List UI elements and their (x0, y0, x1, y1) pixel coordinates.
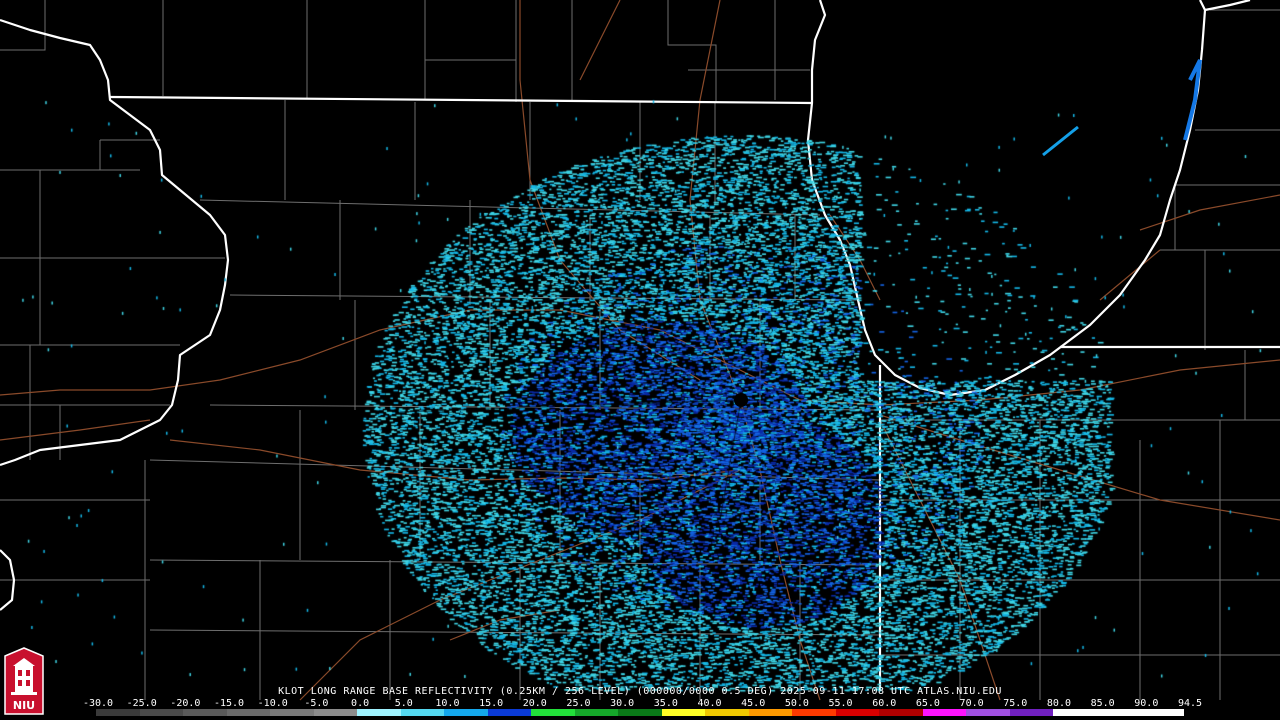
shoreline-echo (1183, 59, 1202, 141)
legend-swatch (1053, 709, 1097, 716)
legend-swatch (705, 709, 749, 716)
legend-swatch (879, 709, 923, 716)
product-caption: KLOT LONG RANGE BASE REFLECTIVITY (0.25K… (278, 686, 1002, 697)
legend-label: 0.0 (351, 698, 370, 709)
legend-label: -30.0 (82, 698, 114, 709)
legend-label: 25.0 (566, 698, 591, 709)
legend-swatch (574, 709, 619, 716)
legend-label: 70.0 (959, 698, 984, 709)
legend-label: -25.0 (126, 698, 157, 709)
legend-label: 20.0 (522, 698, 547, 709)
legend-swatch (270, 709, 314, 716)
legend-label: 94.5 (1177, 698, 1203, 709)
legend-label: -10.0 (257, 698, 288, 709)
legend-label: 50.0 (784, 698, 809, 709)
legend-swatch (487, 709, 532, 716)
legend-label: 65.0 (915, 698, 940, 709)
niu-logo: NIU (3, 646, 45, 716)
legend-label: 40.0 (697, 698, 722, 709)
legend-swatch (748, 709, 793, 716)
legend-swatch (922, 709, 967, 716)
legend-label: 75.0 (1003, 698, 1028, 709)
legend-label: 45.0 (741, 698, 766, 709)
legend-swatch (618, 709, 662, 716)
legend-label: 5.0 (394, 698, 413, 709)
legend-label: -5.0 (304, 698, 329, 709)
legend-label: 10.0 (435, 698, 460, 709)
lake-echo-streak (1042, 125, 1079, 157)
legend-swatch (1096, 709, 1141, 716)
legend-label: 85.0 (1090, 698, 1115, 709)
legend-label: -20.0 (170, 698, 201, 709)
legend-swatch (792, 709, 836, 716)
legend-label: 90.0 (1134, 698, 1159, 709)
legend-label: 35.0 (653, 698, 678, 709)
legend-swatch (313, 709, 358, 716)
legend-label: 80.0 (1046, 698, 1071, 709)
radar-overlay (734, 59, 1202, 407)
legend-swatch (661, 709, 706, 716)
legend-swatch (1140, 709, 1184, 716)
legend-swatch (835, 709, 880, 716)
niu-logo-text: NIU (12, 699, 36, 712)
legend-label: 30.0 (610, 698, 635, 709)
legend-swatch (1009, 709, 1054, 716)
radar-map: NIU KLOT LONG RANGE BASE REFLECTIVITY (0… (0, 0, 1280, 720)
legend-swatch (966, 709, 1010, 716)
legend-label: 60.0 (872, 698, 897, 709)
legend-swatch (444, 709, 488, 716)
legend-label: -15.0 (213, 698, 245, 709)
legend-label: 15.0 (479, 698, 504, 709)
legend-swatch (357, 709, 401, 716)
legend-swatch (139, 709, 184, 716)
radar-site-marker (734, 393, 748, 407)
legend-swatch (96, 709, 140, 716)
legend-swatch (226, 709, 271, 716)
legend-swatch (183, 709, 227, 716)
legend-swatch (400, 709, 445, 716)
legend-swatch (531, 709, 575, 716)
legend-color-bar (96, 709, 1184, 716)
legend-label: 55.0 (828, 698, 853, 709)
